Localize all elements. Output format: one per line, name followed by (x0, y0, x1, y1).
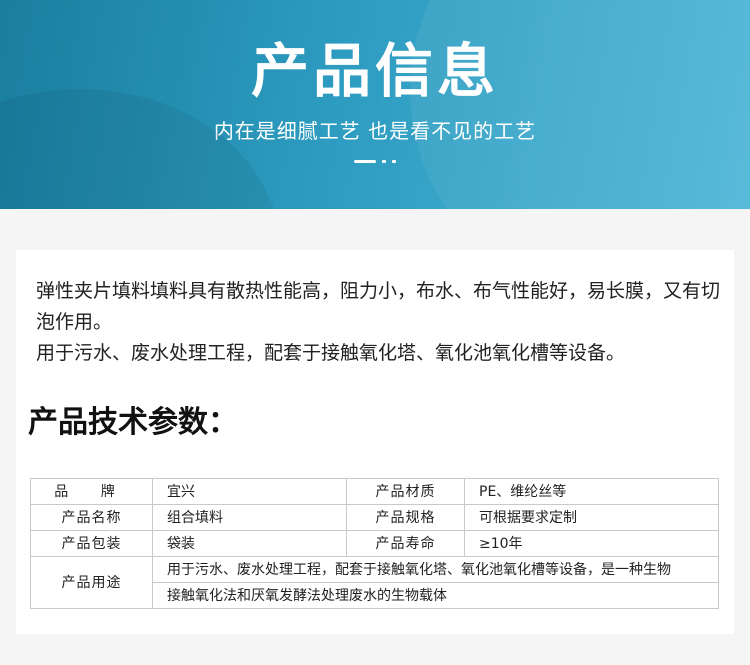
param-label: 产品规格 (346, 504, 465, 531)
param-value: ≥10年 (464, 530, 719, 557)
decoration-dot (382, 160, 386, 163)
param-label: 产品名称 (30, 504, 153, 531)
params-title: 产品技术参数： (28, 405, 238, 440)
param-value: 宜兴 (152, 478, 347, 505)
table-row: 产品用途 用于污水、废水处理工程，配套于接触氧化塔、氧化池氧化槽等设备，是一种生… (30, 556, 719, 609)
hero-banner: 产品信息 内在是细腻工艺 也是看不见的工艺 (0, 0, 750, 209)
decoration-dot (392, 160, 396, 163)
params-table: 品 牌 宜兴 产品材质 PE、维纶丝等 产品名称 组合填料 产品规格 可根据要求… (30, 478, 719, 609)
page-title: 产品信息 (250, 37, 499, 105)
param-value: PE、维纶丝等 (464, 478, 719, 505)
param-value: 可根据要求定制 (464, 504, 719, 531)
param-label: 产品用途 (30, 556, 153, 609)
product-description: 弹性夹片填料填料具有散热性能高，阻力小，布水、布气性能好，易长膜，又有切泡作用。… (36, 276, 726, 369)
param-value: 接触氧化法和厌氧发酵法处理废水的生物载体 (152, 582, 719, 609)
param-label: 产品寿命 (346, 530, 465, 557)
description-paragraph: 用于污水、废水处理工程，配套于接触氧化塔、氧化池氧化槽等设备。 (36, 342, 626, 364)
decoration-dash (354, 160, 376, 163)
param-value: 用于污水、废水处理工程，配套于接触氧化塔、氧化池氧化槽等设备，是一种生物 (152, 556, 719, 583)
product-info-card: 弹性夹片填料填料具有散热性能高，阻力小，布水、布气性能好，易长膜，又有切泡作用。… (16, 250, 734, 634)
param-label: 产品材质 (346, 478, 465, 505)
page-subtitle: 内在是细腻工艺 也是看不见的工艺 (213, 119, 537, 143)
param-value: 袋装 (152, 530, 347, 557)
table-row: 产品包装 袋装 产品寿命 ≥10年 (30, 530, 719, 557)
title-decoration (0, 160, 750, 163)
param-label: 产品包装 (30, 530, 153, 557)
table-row: 品 牌 宜兴 产品材质 PE、维纶丝等 (30, 478, 719, 505)
table-row: 产品名称 组合填料 产品规格 可根据要求定制 (30, 504, 719, 531)
param-value: 组合填料 (152, 504, 347, 531)
description-paragraph: 弹性夹片填料填料具有散热性能高，阻力小，布水、布气性能好，易长膜，又有切泡作用。 (36, 280, 721, 333)
param-label: 品 牌 (30, 478, 153, 505)
